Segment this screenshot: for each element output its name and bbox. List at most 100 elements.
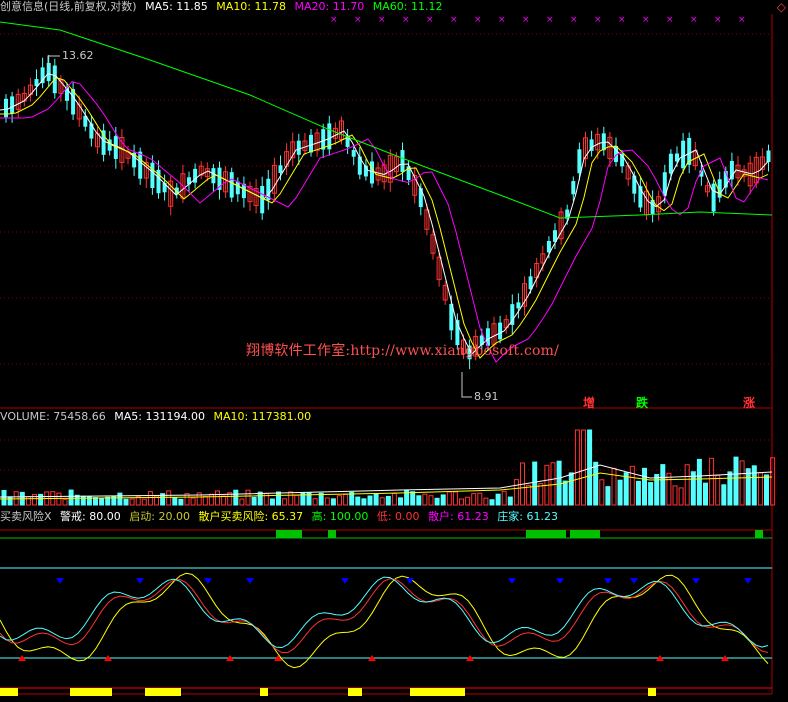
signal-block [410, 688, 465, 696]
volume-bar [434, 497, 440, 506]
volume-bar [562, 480, 568, 506]
volume-bar [495, 493, 501, 506]
candle-body [766, 150, 771, 162]
candle-body [101, 130, 106, 155]
sell-triangle [508, 578, 516, 584]
candle-body [309, 134, 313, 153]
candle-body [260, 186, 265, 214]
sell-triangle [56, 578, 64, 584]
volume-bar [141, 498, 147, 506]
volume-bar [7, 496, 13, 506]
volume-bar [709, 457, 715, 506]
volume-bar [617, 479, 623, 506]
volume-bar [282, 498, 288, 506]
top-marker: × [450, 15, 458, 25]
sell-triangle [341, 578, 349, 584]
top-marker: × [498, 15, 506, 25]
volume-bar [452, 491, 458, 506]
volume-readout: VOLUME: 75458.66 [0, 410, 106, 423]
retail-risk-readout: 散户买卖风险: 65.37 [198, 510, 304, 523]
watermark: 翔博软件工作室:http://www.xiangbosoft.com/ [246, 343, 560, 359]
signal-block [145, 688, 181, 696]
candle-body [10, 96, 15, 114]
volume-bar [666, 472, 672, 506]
volume-bar [117, 492, 123, 506]
candle-body [516, 302, 521, 309]
volume-bar [483, 497, 489, 506]
volume-bar [568, 472, 574, 506]
volume-bar [611, 467, 617, 506]
volume-bar [751, 465, 757, 506]
top-marker: × [666, 15, 674, 25]
signal-block [755, 530, 763, 538]
volume-bar [208, 493, 214, 506]
volume-bar [513, 479, 519, 506]
volume-bar [654, 474, 660, 506]
volume-bar [245, 489, 251, 506]
volume-bar [599, 479, 605, 506]
volume-bar [507, 496, 513, 506]
volume-bar [629, 465, 635, 506]
volume-bar [263, 492, 269, 506]
top-marker: × [714, 15, 722, 25]
volume-bar [221, 495, 227, 506]
candle-body [235, 181, 240, 195]
banker-readout: 庄家: 61.23 [497, 510, 558, 523]
volume-bar [471, 493, 477, 506]
volume-ma10-readout: MA10: 117381.00 [213, 410, 312, 423]
candle-body [321, 129, 326, 150]
volume-bar [269, 498, 275, 506]
top-marker: × [426, 15, 434, 25]
volume-bar [532, 461, 538, 506]
volume-bar [739, 460, 745, 506]
high-price-label: 13.62 [62, 49, 94, 62]
top-marker: × [570, 15, 578, 25]
candle-body [278, 165, 283, 173]
volume-bar [343, 493, 349, 506]
volume-bar [330, 498, 336, 506]
volume-bar [526, 484, 532, 506]
volume-bar [276, 491, 281, 506]
volume-bar [288, 491, 294, 506]
candle-body [577, 149, 582, 174]
event-marker-increase: 增 [583, 396, 596, 410]
volume-bar [56, 492, 62, 506]
volume-bar [696, 458, 702, 506]
candle-body [498, 322, 503, 340]
volume-bar [446, 491, 452, 506]
volume-bar [166, 490, 172, 506]
signal-block [328, 530, 336, 538]
volume-bar [355, 496, 361, 506]
candle-body [400, 150, 405, 172]
retail-risk-line [0, 572, 769, 669]
sell-triangle [136, 578, 144, 584]
signal-block [0, 688, 18, 696]
top-marker: × [546, 15, 554, 25]
volume-bar [74, 494, 80, 506]
volume-bar [379, 497, 385, 506]
volume-bar [361, 498, 367, 506]
volume-bar [556, 460, 562, 506]
volume-bar [764, 474, 769, 506]
volume-bar [770, 457, 776, 506]
low-leader-line [461, 372, 472, 398]
volume-bar [605, 486, 611, 506]
low-readout: 低: 0.00 [376, 510, 420, 523]
volume-bar [422, 493, 428, 506]
candle-body [351, 150, 356, 157]
volume-bar [623, 472, 629, 506]
volume-bar [465, 496, 471, 506]
volume-bar [733, 456, 739, 506]
volume-bar [93, 497, 98, 506]
volume-bar [398, 497, 403, 506]
volume-bar [550, 462, 556, 506]
volume-bar [635, 480, 641, 506]
volume-bar [324, 497, 330, 506]
candle-body [571, 181, 576, 195]
volume-bar [727, 471, 733, 506]
volume-bar [294, 494, 300, 506]
top-marker: × [330, 15, 338, 25]
volume-bar [190, 497, 196, 506]
volume-bar [538, 483, 544, 506]
volume-bar [703, 482, 708, 506]
